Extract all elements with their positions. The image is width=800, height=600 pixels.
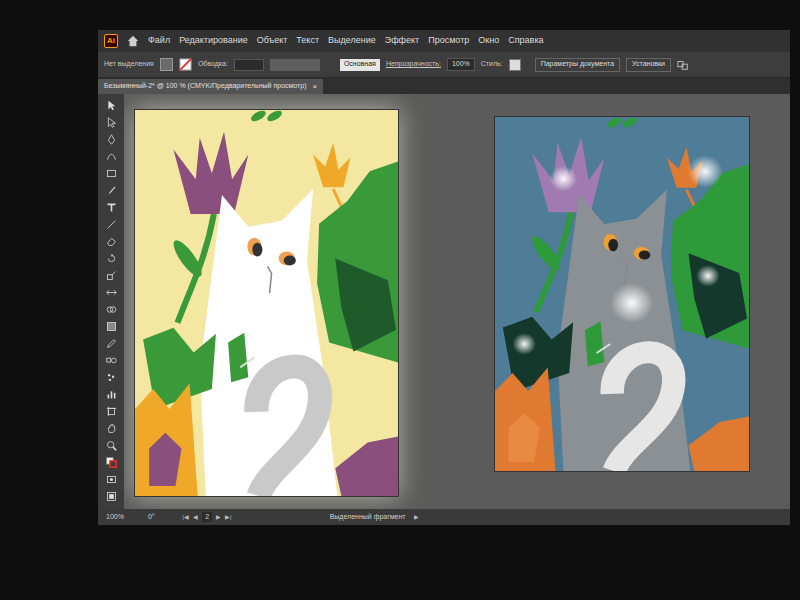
app-window: Ai Файл Редактирование Объект Текст Выделение… bbox=[98, 30, 790, 525]
brush-value: Основная bbox=[344, 59, 376, 70]
selection-label: Нет выделения bbox=[104, 59, 154, 70]
document-title: Безымянный-2* @ 100 % (CMYK/Предваритель… bbox=[104, 81, 307, 92]
toolbar bbox=[98, 94, 124, 509]
direct-selection-tool-icon[interactable] bbox=[106, 117, 117, 128]
canvas bbox=[124, 94, 790, 509]
nav-button[interactable]: ◀ bbox=[193, 513, 198, 522]
artboard[interactable] bbox=[494, 116, 750, 472]
rotate-tool-icon[interactable] bbox=[106, 253, 117, 264]
preferences-label: Установки bbox=[632, 59, 665, 70]
stroke-label: Обводка: bbox=[198, 59, 228, 70]
menu-item[interactable]: Справка bbox=[508, 34, 543, 48]
opacity-field[interactable]: 100% bbox=[447, 58, 475, 71]
line-tool-icon[interactable] bbox=[106, 219, 117, 230]
tab-bar: Безымянный-2* @ 100 % (CMYK/Предваритель… bbox=[98, 78, 790, 94]
menu-item[interactable]: Текст bbox=[296, 34, 319, 48]
eraser-tool-icon[interactable] bbox=[106, 236, 117, 247]
close-tab-button[interactable]: × bbox=[313, 81, 318, 93]
fill-swatch[interactable] bbox=[160, 58, 173, 71]
menu-bar: Ai Файл Редактирование Объект Текст Выделение… bbox=[98, 30, 790, 52]
artboard-tool-icon[interactable] bbox=[106, 406, 117, 417]
style-label: Стиль: bbox=[481, 59, 503, 70]
home-icon[interactable] bbox=[127, 35, 139, 47]
scale-tool-icon[interactable] bbox=[106, 270, 117, 281]
width-tool-icon[interactable] bbox=[106, 287, 117, 298]
type-tool-icon[interactable] bbox=[106, 202, 117, 213]
artboard-number[interactable]: 2 bbox=[202, 512, 212, 523]
symbol-sprayer-tool-icon[interactable] bbox=[106, 372, 117, 383]
zoom-field[interactable]: 100% bbox=[106, 512, 124, 523]
variable-width-field[interactable] bbox=[270, 59, 320, 71]
stroke-swatch-icon[interactable] bbox=[179, 58, 192, 71]
arrange-icon[interactable] bbox=[677, 59, 689, 71]
document-tab[interactable]: Безымянный-2* @ 100 % (CMYK/Предваритель… bbox=[98, 79, 323, 94]
brush-tool-icon[interactable] bbox=[106, 185, 117, 196]
workspace bbox=[98, 94, 790, 509]
hand-tool-icon[interactable] bbox=[106, 423, 117, 434]
nav-button[interactable]: |◀ bbox=[183, 513, 190, 522]
document-settings-label: Параметры документа bbox=[541, 59, 614, 70]
gradient-tool-icon[interactable] bbox=[106, 321, 117, 332]
screen-mode-icon[interactable] bbox=[106, 491, 117, 502]
zoom-tool-icon[interactable] bbox=[106, 440, 117, 451]
brush-field[interactable]: Основная bbox=[340, 59, 380, 71]
fill-stroke-icon[interactable] bbox=[106, 457, 117, 468]
rectangle-tool-icon[interactable] bbox=[106, 168, 117, 179]
document-settings-button[interactable]: Параметры документа bbox=[535, 58, 620, 72]
menu-item[interactable]: Редактирование bbox=[179, 34, 248, 48]
artboard-navigation: |◀◀ 2 ▶ ▶| bbox=[183, 512, 232, 523]
menu-item[interactable]: Окно bbox=[478, 34, 499, 48]
stroke-field[interactable] bbox=[234, 59, 264, 71]
rotation-field[interactable]: 0° bbox=[148, 512, 155, 523]
curvature-tool-icon[interactable] bbox=[106, 151, 117, 162]
pen-tool-icon[interactable] bbox=[106, 134, 117, 145]
menu-item[interactable]: Просмотр bbox=[428, 34, 469, 48]
nav-button[interactable]: ▶ bbox=[216, 513, 221, 522]
menu-item[interactable]: Файл bbox=[148, 34, 170, 48]
shape-builder-tool-icon[interactable] bbox=[106, 304, 117, 315]
app-logo: Ai bbox=[104, 34, 118, 48]
tool-readout: Выделенный фрагмент bbox=[330, 512, 406, 523]
nav-button[interactable]: ▶| bbox=[225, 513, 232, 522]
selection-tool-icon[interactable] bbox=[106, 100, 117, 111]
artboard[interactable] bbox=[134, 109, 399, 497]
style-swatch[interactable] bbox=[509, 59, 521, 71]
preferences-button[interactable]: Установки bbox=[626, 58, 671, 72]
opacity-value: 100% bbox=[452, 59, 470, 70]
menu-item[interactable]: Объект bbox=[257, 34, 288, 48]
opacity-label[interactable]: Непрозрачность: bbox=[386, 59, 441, 70]
blend-tool-icon[interactable] bbox=[106, 355, 117, 366]
control-bar: Нет выделения Обводка: Основная Непрозрачно… bbox=[98, 52, 790, 78]
eyedropper-tool-icon[interactable] bbox=[106, 338, 117, 349]
draw-mode-icon[interactable] bbox=[106, 474, 117, 485]
menu-item[interactable]: Выделение bbox=[328, 34, 376, 48]
menu-item[interactable]: Эффект bbox=[385, 34, 419, 48]
status-bar: 100% 0° |◀◀ 2 ▶ ▶| Выделенный фрагмент ▶ bbox=[98, 509, 790, 525]
tool-readout-menu[interactable]: ▶ bbox=[414, 513, 419, 522]
graph-tool-icon[interactable] bbox=[106, 389, 117, 400]
